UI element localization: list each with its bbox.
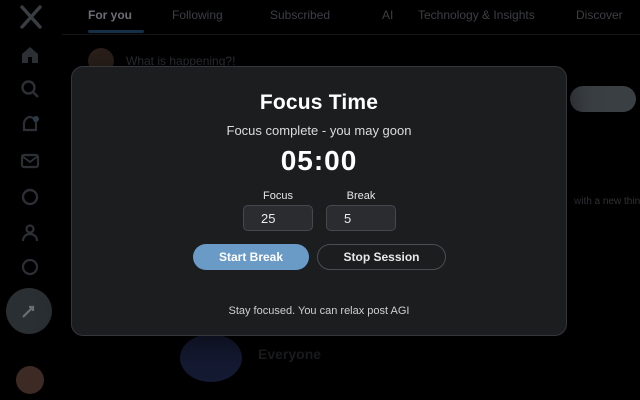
timer-display: 05:00 bbox=[280, 145, 358, 176]
notifications-icon[interactable] bbox=[19, 114, 41, 136]
footer-message: Stay focused. You can relax post AGI bbox=[228, 305, 410, 317]
status-message: Focus complete - you may goon bbox=[226, 123, 412, 138]
communities-icon[interactable] bbox=[19, 222, 41, 244]
messages-icon[interactable] bbox=[19, 150, 41, 172]
break-duration-input[interactable] bbox=[326, 205, 396, 231]
tab-following[interactable]: Following bbox=[172, 8, 223, 22]
app-window: For you Following Subscribed AI Technolo… bbox=[0, 0, 640, 400]
grok-icon[interactable] bbox=[19, 186, 41, 208]
post-button[interactable] bbox=[6, 288, 52, 334]
account-avatar[interactable] bbox=[16, 366, 44, 394]
header-divider bbox=[62, 34, 640, 35]
search-icon[interactable] bbox=[19, 78, 41, 100]
background-sidebar bbox=[0, 0, 62, 400]
more-icon[interactable] bbox=[19, 256, 41, 278]
background-list-avatar bbox=[180, 334, 242, 382]
background-list-label: Everyone bbox=[258, 346, 322, 362]
tab-technology[interactable]: Technology & Insights bbox=[418, 8, 535, 22]
focus-duration-input[interactable] bbox=[243, 205, 313, 231]
background-side-text: with a new thing to say. bbox=[574, 196, 640, 207]
focus-duration-label: Focus bbox=[263, 190, 293, 202]
tab-ai[interactable]: AI bbox=[382, 8, 393, 22]
tab-discover[interactable]: Discover bbox=[576, 8, 623, 22]
x-logo-icon[interactable] bbox=[18, 4, 44, 30]
break-duration-label: Break bbox=[346, 190, 376, 202]
home-icon[interactable] bbox=[19, 44, 41, 66]
feather-icon bbox=[22, 305, 35, 318]
stop-session-button[interactable]: Stop Session bbox=[317, 244, 446, 270]
focus-timer-modal: Focus Time Focus complete - you may goon… bbox=[71, 66, 567, 336]
tab-for-you[interactable]: For you bbox=[88, 8, 132, 22]
background-pill-button[interactable] bbox=[570, 86, 636, 112]
background-tab-bar: For you Following Subscribed AI Technolo… bbox=[62, 0, 640, 34]
tab-subscribed[interactable]: Subscribed bbox=[270, 8, 330, 22]
modal-title: Focus Time bbox=[259, 91, 379, 114]
active-tab-indicator bbox=[88, 30, 144, 33]
start-break-button[interactable]: Start Break bbox=[193, 244, 309, 270]
